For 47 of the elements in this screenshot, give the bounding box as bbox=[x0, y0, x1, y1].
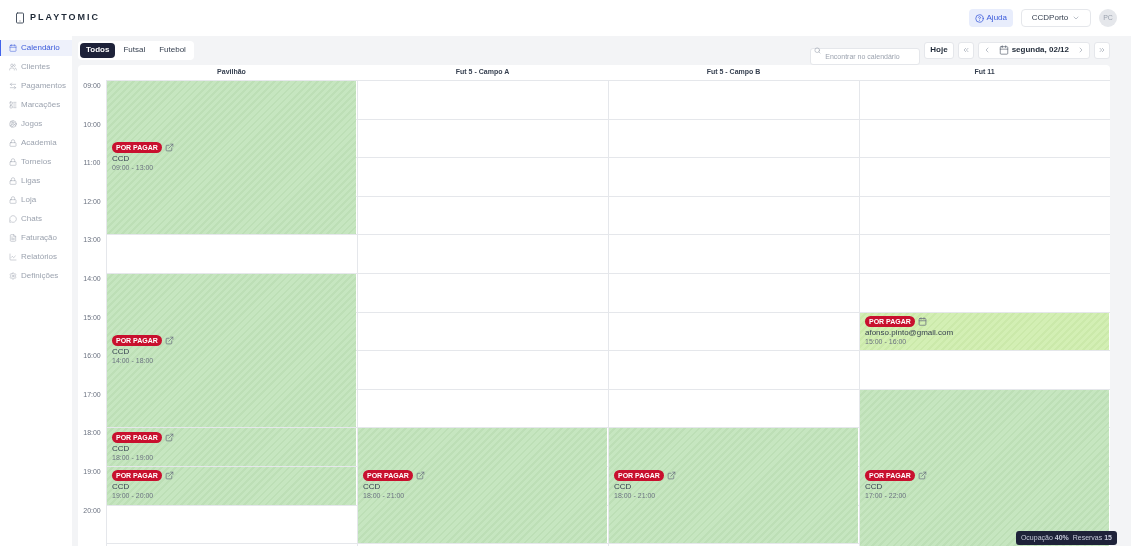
chart-icon bbox=[9, 253, 17, 261]
first-page-button[interactable] bbox=[957, 41, 974, 59]
filter-tab[interactable]: Futebol bbox=[153, 42, 192, 58]
lock-icon bbox=[9, 177, 17, 185]
double-chevron-left-icon bbox=[961, 46, 970, 54]
booking-name: CCD bbox=[112, 154, 130, 165]
external-link-icon bbox=[164, 432, 174, 442]
filter-tab[interactable]: Todos bbox=[80, 42, 116, 58]
club-dropdown[interactable]: CCDPorto bbox=[1021, 9, 1091, 27]
search-icon bbox=[814, 46, 822, 54]
external-link-icon bbox=[164, 143, 174, 153]
chevron-right-icon bbox=[1077, 46, 1085, 54]
chevron-down-icon bbox=[1072, 14, 1081, 22]
help-button[interactable]: Ajuda bbox=[968, 9, 1013, 27]
arrows-icon bbox=[9, 82, 17, 90]
lock-icon bbox=[9, 196, 17, 204]
sidebar-item[interactable]: Calendário bbox=[0, 40, 72, 56]
lock-icon bbox=[9, 158, 17, 166]
booking-name: CCD bbox=[865, 482, 883, 493]
calendar-icon bbox=[9, 44, 17, 52]
booking-name: CCD bbox=[112, 347, 130, 358]
logo-icon bbox=[14, 12, 26, 24]
filter-tab[interactable]: Futsal bbox=[117, 42, 152, 58]
today-button[interactable]: Hoje bbox=[924, 41, 954, 59]
booking-name: CCD bbox=[112, 482, 130, 493]
settings-icon bbox=[9, 272, 17, 280]
booking-name: CCD bbox=[363, 482, 381, 493]
chat-icon bbox=[9, 215, 17, 223]
calendar-icon bbox=[917, 317, 927, 326]
last-page-button[interactable] bbox=[1094, 41, 1110, 59]
double-chevron-right-icon bbox=[1098, 46, 1106, 54]
external-link-icon bbox=[164, 336, 174, 346]
list-icon bbox=[9, 101, 17, 109]
lock-icon bbox=[9, 139, 17, 147]
external-link-icon bbox=[415, 471, 425, 481]
logo[interactable]: PLAYTOMIC bbox=[30, 11, 100, 25]
ball-icon bbox=[9, 120, 17, 128]
users-icon bbox=[9, 63, 17, 71]
external-link-icon bbox=[917, 471, 927, 481]
external-link-icon bbox=[666, 471, 676, 481]
booking-name: afonso.pinto@gmail.com bbox=[865, 328, 954, 338]
calendar-icon bbox=[998, 45, 1009, 55]
help-icon bbox=[974, 13, 984, 23]
document-icon bbox=[9, 234, 17, 242]
booking-name: CCD bbox=[614, 482, 632, 493]
external-link-icon bbox=[164, 471, 174, 481]
booking-name: CCD bbox=[112, 443, 130, 454]
